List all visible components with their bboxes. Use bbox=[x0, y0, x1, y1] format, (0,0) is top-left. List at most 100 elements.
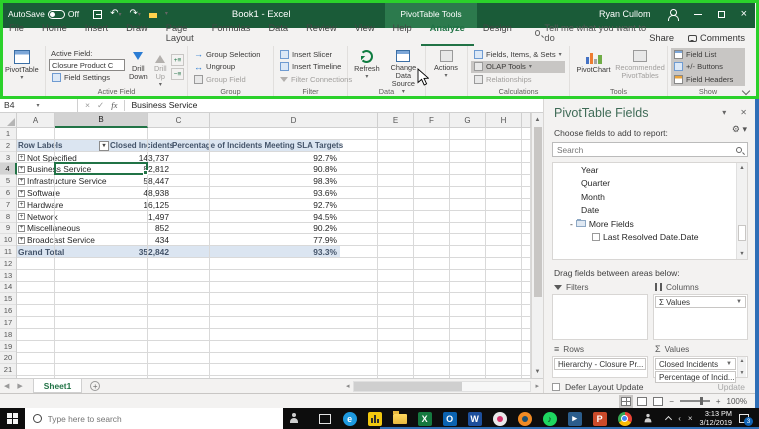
collapse-field-button[interactable]: −≡ bbox=[171, 68, 184, 80]
app-white-icon[interactable] bbox=[487, 408, 512, 429]
columns-drop-area[interactable]: Σ Values ▼ bbox=[653, 294, 748, 340]
sheet-nav-left-icon[interactable]: ◀ bbox=[0, 382, 13, 390]
row-header-13[interactable]: 13 bbox=[0, 270, 16, 282]
chip-dropdown-icon[interactable]: ▼ bbox=[734, 299, 742, 305]
save-icon[interactable] bbox=[93, 9, 103, 19]
file-explorer-icon[interactable] bbox=[387, 408, 412, 429]
page-layout-view-icon[interactable] bbox=[637, 396, 648, 406]
account-icon[interactable] bbox=[667, 8, 679, 21]
collapse-icon[interactable]: - bbox=[570, 219, 573, 229]
tray-icon-1[interactable]: ‹ bbox=[678, 414, 681, 423]
defer-checkbox[interactable] bbox=[552, 383, 560, 391]
cancel-icon[interactable]: × bbox=[85, 100, 90, 110]
expand-item-icon[interactable]: + bbox=[18, 189, 25, 197]
row-header-19[interactable]: 19 bbox=[0, 341, 16, 353]
field-list[interactable]: Year Quarter Month Date - More Fields Last Res… bbox=[552, 162, 748, 260]
field-scroll-up-icon[interactable]: ▲ bbox=[737, 163, 747, 171]
share-button[interactable]: Share bbox=[649, 33, 674, 43]
tab-draw[interactable]: Draw bbox=[117, 21, 157, 46]
row-header-7[interactable]: 7 bbox=[0, 199, 16, 211]
field-headers-toggle[interactable]: Field Headers bbox=[671, 73, 745, 86]
gear-icon[interactable]: ⚙ ▾ bbox=[732, 124, 747, 135]
highlighter-icon[interactable] bbox=[148, 13, 157, 18]
horizontal-scroll-thumb[interactable] bbox=[354, 381, 463, 391]
zoom-in-icon[interactable]: + bbox=[716, 397, 721, 406]
group-field-button[interactable]: Group Field bbox=[191, 73, 263, 86]
expand-item-icon[interactable]: + bbox=[18, 166, 25, 173]
row-header-16[interactable]: 16 bbox=[0, 305, 16, 317]
group-selection-button[interactable]: → Group Selection bbox=[191, 48, 263, 61]
plus-minus-buttons-toggle[interactable]: +/- Buttons bbox=[671, 60, 745, 73]
minimize-icon[interactable] bbox=[693, 13, 702, 15]
row-header-17[interactable]: 17 bbox=[0, 317, 16, 329]
tray-icon-2[interactable]: × bbox=[688, 414, 693, 423]
area-field-chip[interactable]: Hierarchy - Closure Pr...▼ bbox=[554, 358, 646, 370]
field-list-scrollbar[interactable]: ▲ ▼ bbox=[736, 163, 747, 259]
people-icon[interactable] bbox=[644, 413, 653, 423]
task-view-icon[interactable] bbox=[312, 408, 337, 429]
column-header-C[interactable]: C bbox=[148, 113, 210, 128]
column-headers[interactable]: ABCDEFGH bbox=[0, 113, 531, 128]
start-button[interactable] bbox=[0, 408, 25, 429]
hscroll-left-icon[interactable]: ◂ bbox=[342, 382, 354, 390]
media-app-icon[interactable]: ▸ bbox=[562, 408, 587, 429]
comments-button[interactable]: Comments bbox=[688, 33, 745, 43]
row-header-10[interactable]: 10 bbox=[0, 234, 16, 247]
column-header-B[interactable]: B bbox=[55, 113, 148, 128]
restore-icon[interactable] bbox=[717, 10, 725, 18]
enter-icon[interactable]: ✓ bbox=[97, 100, 104, 111]
grid-area[interactable]: Row Labels ▾ Closed Incidents Percentage of… bbox=[17, 128, 531, 378]
clock[interactable]: 3:13 PM 3/12/2019 bbox=[700, 409, 732, 427]
column-header-partial[interactable] bbox=[522, 113, 531, 128]
powerpoint-icon[interactable]: P bbox=[587, 408, 612, 429]
scroll-up-icon[interactable]: ▲ bbox=[532, 113, 543, 126]
tab-analyze[interactable]: Analyze bbox=[420, 21, 474, 46]
field-item[interactable]: Year bbox=[553, 163, 747, 177]
pivotchart-button[interactable]: PivotChart bbox=[573, 48, 614, 86]
expand-item-icon[interactable]: + bbox=[18, 201, 25, 209]
pane-close-icon[interactable]: ✕ bbox=[740, 108, 747, 117]
actions-button[interactable]: Actions ▾ bbox=[429, 48, 463, 86]
excel-icon[interactable]: X bbox=[412, 408, 437, 429]
area-field-chip[interactable]: Σ Values ▼ bbox=[655, 296, 746, 308]
expand-item-icon[interactable]: + bbox=[18, 225, 25, 232]
tab-view[interactable]: View bbox=[346, 21, 384, 46]
zoom-slider[interactable] bbox=[679, 397, 710, 406]
close-icon[interactable]: × bbox=[741, 8, 747, 20]
page-break-view-icon[interactable] bbox=[653, 396, 664, 406]
spotify-icon[interactable]: ♪ bbox=[537, 408, 562, 429]
formula-content[interactable]: Business Service bbox=[125, 100, 203, 110]
filters-drop-area[interactable] bbox=[552, 294, 648, 340]
field-list-toggle[interactable]: Field List bbox=[671, 48, 745, 61]
update-button[interactable]: Update bbox=[718, 382, 745, 392]
worksheet[interactable]: ABCDEFGH 1 2 3 4 5 6 7 8 9 10 11 12 13 14 15 16 17 18 19 20… bbox=[0, 113, 531, 378]
ink-workspace-icon[interactable] bbox=[289, 413, 299, 424]
column-header-A[interactable]: A bbox=[17, 113, 55, 128]
row-header-6[interactable]: 6 bbox=[0, 187, 16, 199]
powerbi-icon[interactable] bbox=[362, 408, 387, 429]
tab-design[interactable]: Design bbox=[474, 21, 521, 46]
column-header-F[interactable]: F bbox=[414, 113, 450, 128]
expand-item-icon[interactable]: + bbox=[18, 177, 25, 185]
vertical-scroll-thumb[interactable] bbox=[534, 127, 542, 297]
tab-home[interactable]: Home bbox=[33, 21, 76, 46]
chip-dropdown-icon[interactable]: ▼ bbox=[724, 361, 732, 367]
ungroup-button[interactable]: ↔ Ungroup bbox=[191, 61, 263, 74]
taskbar-search-box[interactable] bbox=[24, 408, 283, 429]
tab-review[interactable]: Review bbox=[297, 21, 345, 46]
normal-view-icon[interactable] bbox=[619, 394, 634, 408]
outlook-icon[interactable]: O bbox=[437, 408, 462, 429]
field-item[interactable]: Quarter bbox=[553, 177, 747, 191]
row-header-8[interactable]: 8 bbox=[0, 211, 16, 223]
tab-data[interactable]: Data bbox=[259, 21, 297, 46]
expand-item-icon[interactable]: + bbox=[18, 154, 25, 162]
row-header-2[interactable]: 2 bbox=[0, 140, 16, 152]
active-field-input[interactable] bbox=[49, 59, 125, 71]
expand-item-icon[interactable]: + bbox=[18, 237, 25, 244]
select-all-corner[interactable] bbox=[0, 113, 17, 127]
word-icon[interactable]: W bbox=[462, 408, 487, 429]
fields-search-box[interactable] bbox=[552, 142, 748, 157]
redo-icon[interactable]: ↷▾ bbox=[129, 8, 140, 20]
field-item[interactable]: Date bbox=[553, 204, 747, 218]
tray-chevron-up-icon[interactable] bbox=[665, 415, 673, 424]
